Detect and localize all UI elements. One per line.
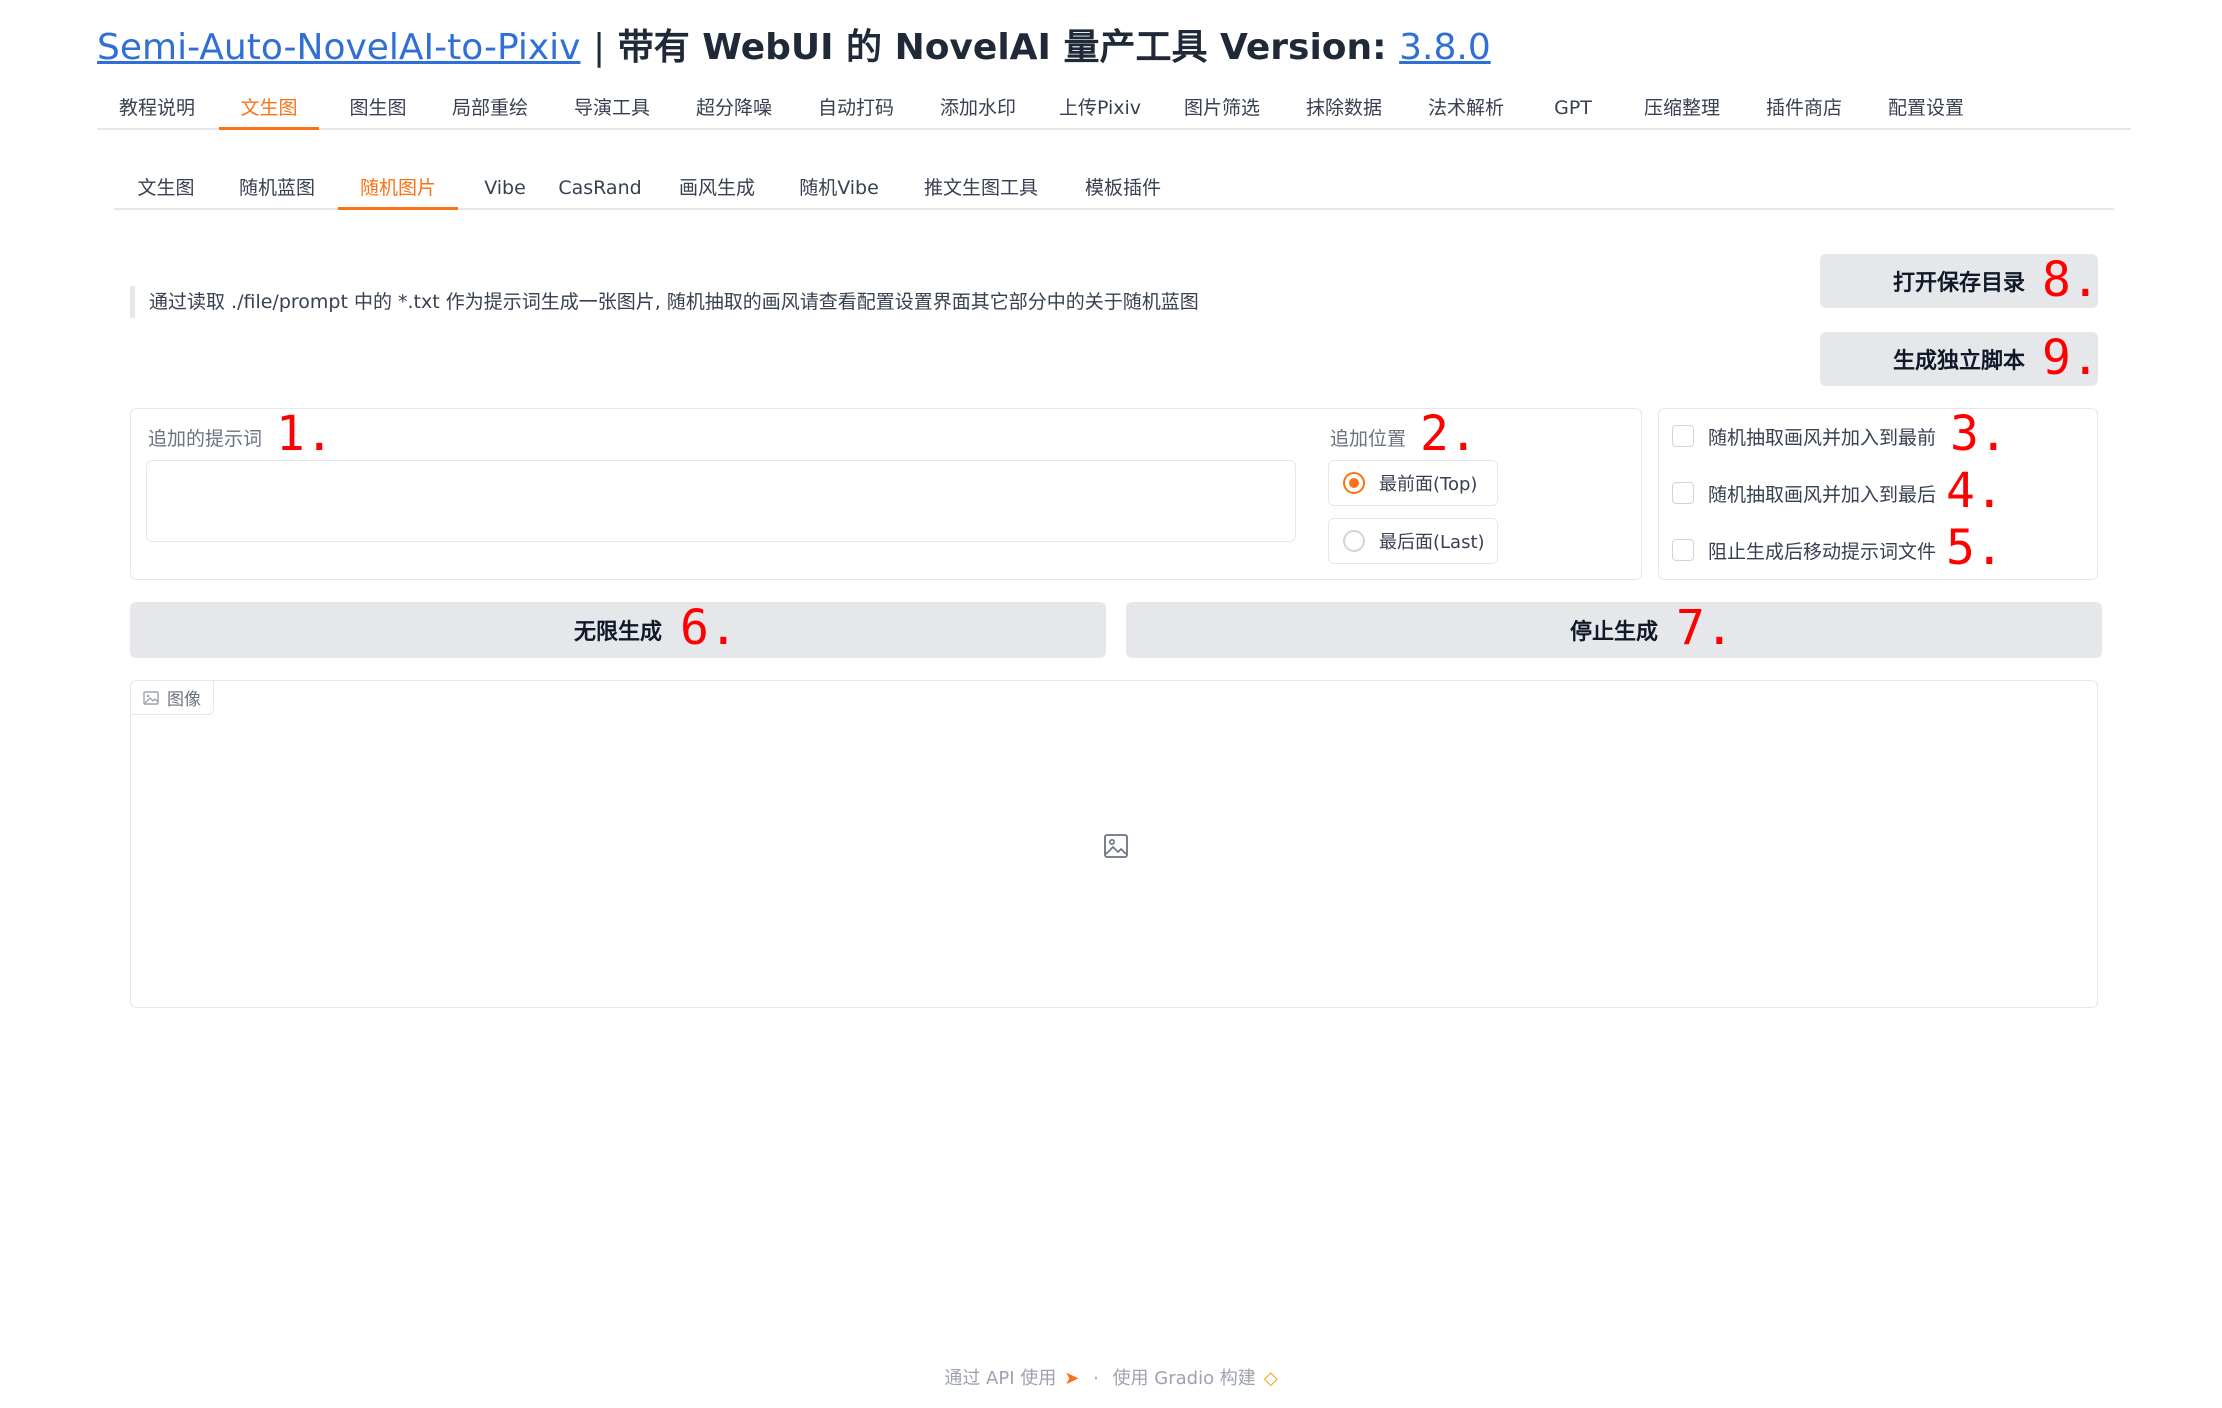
stop-generate-button[interactable]: 停止生成 bbox=[1126, 602, 2102, 658]
tab-tutorial[interactable]: 教程说明 bbox=[107, 88, 207, 130]
tab-mosaic[interactable]: 自动打码 bbox=[801, 88, 911, 130]
radio-top[interactable]: 最前面(Top) bbox=[1328, 460, 1498, 506]
version-link[interactable]: 3.8.0 bbox=[1399, 27, 1491, 68]
annotation-2: 2. bbox=[1420, 406, 1478, 462]
image-label-text: 图像 bbox=[167, 690, 201, 710]
tab-plugin-store[interactable]: 插件商店 bbox=[1749, 88, 1859, 130]
sub-tab-bar: 文生图 随机蓝图 随机图片 Vibe CasRand 画风生成 随机Vibe 推… bbox=[114, 168, 2114, 210]
subtab-style-gen[interactable]: 画风生成 bbox=[662, 168, 772, 210]
tab-txt2img[interactable]: 文生图 bbox=[219, 88, 319, 130]
checkbox-label: 随机抽取画风并加入到最前 bbox=[1708, 426, 1937, 449]
radio-unselected-indicator bbox=[1343, 530, 1365, 552]
annotation-6: 6. bbox=[680, 600, 738, 656]
page-title: Semi-Auto-NovelAI-to-Pixiv | 带有 WebUI 的 … bbox=[97, 18, 1491, 70]
repo-link[interactable]: Semi-Auto-NovelAI-to-Pixiv bbox=[97, 27, 581, 68]
tab-gpt[interactable]: GPT bbox=[1533, 88, 1613, 130]
radio-top-label: 最前面(Top) bbox=[1379, 474, 1478, 495]
annotation-5: 5. bbox=[1946, 520, 2004, 576]
tab-director[interactable]: 导演工具 bbox=[557, 88, 667, 130]
description-text: 通过读取 ./file/prompt 中的 *.txt 作为提示词生成一张图片,… bbox=[130, 286, 1199, 318]
tab-erase[interactable]: 抹除数据 bbox=[1289, 88, 1399, 130]
prompt-input[interactable] bbox=[146, 460, 1296, 542]
tab-img2img[interactable]: 图生图 bbox=[333, 88, 423, 130]
checkbox-label: 随机抽取画风并加入到最后 bbox=[1708, 483, 1937, 506]
checkbox-random-style-front[interactable]: 随机抽取画风并加入到最前 bbox=[1672, 421, 1936, 451]
subtab-tweet-tool[interactable]: 推文生图工具 bbox=[906, 168, 1056, 210]
gradio-logo-icon: ◇ bbox=[1263, 1368, 1278, 1389]
main-tab-bar: 教程说明 文生图 图生图 局部重绘 导演工具 超分降噪 自动打码 添加水印 上传… bbox=[97, 88, 2131, 130]
checkbox-label: 阻止生成后移动提示词文件 bbox=[1708, 540, 1937, 563]
image-label: 图像 bbox=[131, 681, 214, 715]
radio-selected-indicator bbox=[1343, 472, 1365, 494]
tab-parse[interactable]: 法术解析 bbox=[1411, 88, 1521, 130]
subtab-random-blueprint[interactable]: 随机蓝图 bbox=[222, 168, 332, 210]
checkbox-box[interactable] bbox=[1672, 482, 1694, 504]
tab-watermark[interactable]: 添加水印 bbox=[923, 88, 1033, 130]
subtab-random-image[interactable]: 随机图片 bbox=[338, 168, 458, 210]
footer-dot: · bbox=[1093, 1368, 1099, 1389]
prompt-label: 追加的提示词 bbox=[148, 428, 263, 450]
infinite-generate-button[interactable]: 无限生成 bbox=[130, 602, 1106, 658]
rocket-icon: ➤ bbox=[1064, 1368, 1080, 1389]
checkbox-prevent-move[interactable]: 阻止生成后移动提示词文件 bbox=[1672, 535, 1936, 565]
footer: 通过 API 使用 ➤ · 使用 Gradio 构建 ◇ bbox=[0, 1364, 2222, 1390]
title-text: 带有 WebUI 的 NovelAI 量产工具 Version: bbox=[617, 27, 1387, 68]
subtab-template-plugin[interactable]: 模板插件 bbox=[1068, 168, 1178, 210]
subtab-random-vibe[interactable]: 随机Vibe bbox=[784, 168, 894, 210]
checkbox-random-style-end[interactable]: 随机抽取画风并加入到最后 bbox=[1672, 478, 1936, 508]
image-small-icon bbox=[143, 690, 159, 705]
footer-api-link[interactable]: 通过 API 使用 bbox=[944, 1368, 1056, 1389]
annotation-3: 3. bbox=[1950, 406, 2008, 462]
tab-pixiv[interactable]: 上传Pixiv bbox=[1045, 88, 1155, 130]
image-icon bbox=[1104, 834, 1128, 858]
checkbox-box[interactable] bbox=[1672, 425, 1694, 447]
tab-filter[interactable]: 图片筛选 bbox=[1167, 88, 1277, 130]
tab-upscale[interactable]: 超分降噪 bbox=[679, 88, 789, 130]
image-output: 图像 bbox=[130, 680, 2098, 1008]
annotation-1: 1. bbox=[276, 406, 334, 462]
tab-inpaint[interactable]: 局部重绘 bbox=[435, 88, 545, 130]
title-separator: | bbox=[593, 27, 606, 68]
subtab-vibe[interactable]: Vibe bbox=[470, 168, 540, 210]
subtab-casrand[interactable]: CasRand bbox=[550, 168, 650, 210]
footer-gradio-link[interactable]: 使用 Gradio 构建 bbox=[1113, 1368, 1256, 1389]
tab-settings[interactable]: 配置设置 bbox=[1871, 88, 1981, 130]
annotation-9: 9. bbox=[2042, 330, 2100, 386]
annotation-4: 4. bbox=[1946, 463, 2004, 519]
radio-last-label: 最后面(Last) bbox=[1379, 532, 1485, 553]
annotation-8: 8. bbox=[2042, 252, 2100, 308]
checkbox-box[interactable] bbox=[1672, 539, 1694, 561]
radio-last[interactable]: 最后面(Last) bbox=[1328, 518, 1498, 564]
subtab-txt2img[interactable]: 文生图 bbox=[126, 168, 206, 210]
position-label: 追加位置 bbox=[1330, 428, 1407, 450]
annotation-7: 7. bbox=[1676, 600, 1734, 656]
tab-compress[interactable]: 压缩整理 bbox=[1627, 88, 1737, 130]
